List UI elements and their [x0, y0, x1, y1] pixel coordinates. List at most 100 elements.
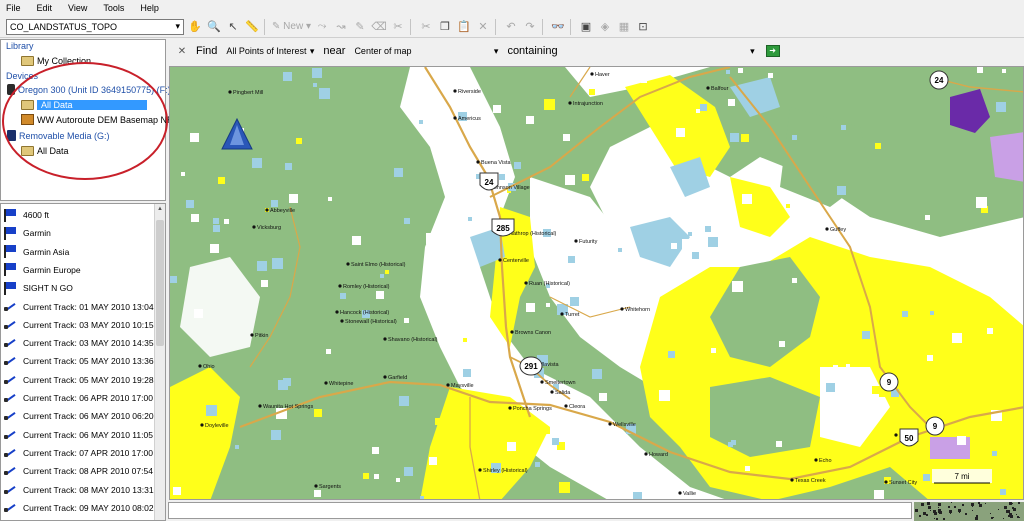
- track-list-item[interactable]: Current Track: 03 MAY 2010 10:15: [3, 317, 155, 333]
- place-label[interactable]: Echo: [819, 458, 832, 464]
- track-list-item[interactable]: Current Track: 03 MAY 2010 14:35: [3, 335, 155, 351]
- delete-icon[interactable]: ✕: [475, 19, 491, 35]
- measure-ruler-icon[interactable]: 📏: [244, 19, 260, 35]
- waypoint-list-item[interactable]: 4600 ft: [3, 207, 155, 223]
- place-label[interactable]: Whitepine: [329, 381, 353, 387]
- place-label[interactable]: Cleora: [569, 404, 586, 410]
- place-label[interactable]: Pitkin: [255, 333, 268, 339]
- place-label[interactable]: Americus: [458, 116, 481, 122]
- waypoint-list-item[interactable]: Garmin Europe: [3, 262, 155, 278]
- place-label[interactable]: Balfour: [711, 86, 729, 92]
- land-parcel: [312, 68, 322, 78]
- waypoint-list-item[interactable]: SIGHT N GO: [3, 280, 155, 296]
- go-arrow-icon[interactable]: ➜: [765, 45, 780, 57]
- overview-minimap[interactable]: [914, 502, 1024, 521]
- place-label[interactable]: Texas Creek: [795, 478, 826, 484]
- find-binoculars-icon[interactable]: 👓: [550, 19, 566, 35]
- place-label[interactable]: Doyleville: [205, 423, 229, 429]
- waypoint-list-item[interactable]: Garmin Asia: [3, 244, 155, 260]
- select-arrow-icon[interactable]: ↖: [225, 19, 241, 35]
- place-label[interactable]: Centerville: [503, 258, 529, 264]
- place-label[interactable]: Saint Elmo (Historical): [351, 262, 406, 268]
- track-list-item[interactable]: Current Track: 08 APR 2010 07:54: [3, 463, 155, 479]
- menu-tools[interactable]: Tools: [103, 3, 124, 13]
- place-label[interactable]: Nathrop (Historical): [509, 231, 557, 237]
- track-list-item[interactable]: Current Track: 01 MAY 2010 13:04: [3, 299, 155, 315]
- place-label[interactable]: Whitehorn: [625, 307, 650, 313]
- cut-icon[interactable]: ✂: [418, 19, 434, 35]
- map-canvas[interactable]: Pingbert Mill Riverside Americus Intrajunct…: [170, 67, 1024, 500]
- track-tool-icon[interactable]: ↝: [333, 19, 349, 35]
- place-label[interactable]: Stonewall (Historical): [345, 319, 397, 325]
- containing-label: containing: [507, 45, 558, 57]
- menu-view[interactable]: View: [68, 3, 87, 13]
- close-icon[interactable]: ✕: [174, 46, 190, 57]
- place-label[interactable]: Wellsville: [613, 422, 636, 428]
- menu-file[interactable]: File: [6, 3, 21, 13]
- place-label[interactable]: Romley (Historical): [343, 284, 390, 290]
- zoom-icon[interactable]: 🔍: [206, 19, 222, 35]
- place-label[interactable]: Futurity: [579, 239, 598, 245]
- 3d-view-icon[interactable]: ◈: [597, 19, 613, 35]
- place-label[interactable]: Intrajunction: [573, 101, 603, 107]
- eraser-icon[interactable]: ⌫: [371, 19, 387, 35]
- place-label[interactable]: Salida: [555, 390, 571, 396]
- route-tool-icon[interactable]: ⤳: [314, 19, 330, 35]
- near-location-select[interactable]: Center of map ▾: [351, 43, 501, 59]
- waypoint-list-item[interactable]: Garmin: [3, 225, 155, 241]
- place-label[interactable]: Waunita Hot Springs: [263, 404, 313, 410]
- scroll-up-icon[interactable]: ▲: [155, 206, 165, 216]
- place-label[interactable]: Turret: [565, 312, 580, 318]
- fit-map-icon[interactable]: ⊡: [635, 19, 651, 35]
- place-label[interactable]: Ohio: [203, 364, 215, 370]
- map-product-select[interactable]: CO_LANDSTATUS_TOPO ▾: [6, 18, 184, 35]
- undo-icon[interactable]: ↶: [503, 19, 519, 35]
- track-list-item[interactable]: Current Track: 05 MAY 2010 19:28: [3, 372, 155, 388]
- track-list-item[interactable]: Current Track: 06 MAY 2010 11:05: [3, 427, 155, 443]
- place-label[interactable]: Haver: [595, 72, 610, 78]
- track-list-item[interactable]: Current Track: 08 MAY 2010 13:31: [3, 482, 155, 498]
- paste-icon[interactable]: 📋: [456, 19, 472, 35]
- edit-pencil-icon[interactable]: ✎: [352, 19, 368, 35]
- track-list-item[interactable]: Current Track: 05 MAY 2010 13:36: [3, 353, 155, 369]
- place-label[interactable]: Maysville: [451, 383, 474, 389]
- place-label[interactable]: Sunset City: [889, 480, 917, 486]
- place-label[interactable]: Vallie: [683, 491, 696, 497]
- containing-input[interactable]: ▾: [622, 43, 758, 59]
- map-view-icon[interactable]: ▣: [578, 19, 594, 35]
- track-list-item[interactable]: Current Track: 09 MAY 2010 08:02: [3, 500, 155, 516]
- list-scrollbar[interactable]: ▲: [154, 204, 165, 520]
- place-label[interactable]: Ruan (Historical): [529, 281, 570, 287]
- photo-view-icon[interactable]: ▦: [616, 19, 632, 35]
- track-list-item[interactable]: Current Track: 06 APR 2010 17:00: [3, 390, 155, 406]
- map-view[interactable]: Pingbert Mill Riverside Americus Intrajunct…: [169, 66, 1024, 500]
- place-label[interactable]: Guffey: [830, 227, 846, 233]
- land-parcel: [261, 280, 268, 287]
- copy-icon[interactable]: ❐: [437, 19, 453, 35]
- place-label[interactable]: Howard: [649, 452, 668, 458]
- new-button[interactable]: ✎ New ▾: [272, 21, 311, 32]
- list-scrollbar-thumb[interactable]: [156, 220, 164, 346]
- divide-icon[interactable]: ✂: [390, 19, 406, 35]
- place-label[interactable]: Shavano (Historical): [388, 337, 438, 343]
- place-label[interactable]: Riverside: [458, 89, 481, 95]
- place-label[interactable]: Garfield: [388, 375, 407, 381]
- place-label[interactable]: Sargents: [319, 484, 341, 490]
- place-label[interactable]: Browns Canon: [515, 330, 551, 336]
- menu-edit[interactable]: Edit: [37, 3, 53, 13]
- track-list-item[interactable]: Current Track: 06 MAY 2010 06:20: [3, 408, 155, 424]
- poi-category-select[interactable]: All Points of Interest ▾: [223, 43, 317, 59]
- place-label[interactable]: Poncha Springs: [513, 406, 552, 412]
- place-label[interactable]: Smeltertown: [545, 380, 576, 386]
- place-label[interactable]: Hancock (Historical): [340, 310, 389, 316]
- place-label[interactable]: Shirley (Historical): [483, 468, 528, 474]
- track-list-item[interactable]: Current Track: 07 APR 2010 17:00: [3, 445, 155, 461]
- menu-help[interactable]: Help: [140, 3, 159, 13]
- hand-pan-icon[interactable]: ✋: [187, 19, 203, 35]
- land-parcel: [582, 174, 589, 181]
- place-label[interactable]: Buena Vista: [481, 160, 512, 166]
- redo-icon[interactable]: ↷: [522, 19, 538, 35]
- place-label[interactable]: Vicksburg: [257, 225, 281, 231]
- place-label[interactable]: Pingbert Mill: [233, 90, 263, 96]
- place-label[interactable]: Abbeyville: [270, 208, 295, 214]
